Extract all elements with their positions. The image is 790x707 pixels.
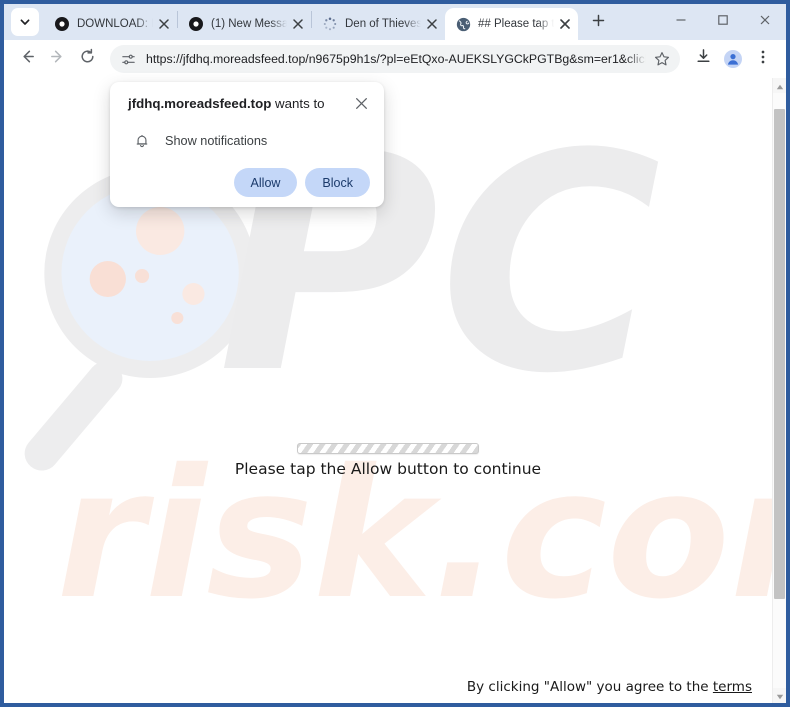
permission-origin: jfdhq.moreadsfeed.top [128, 96, 272, 111]
permission-label: Show notifications [165, 134, 268, 148]
maximize-button[interactable] [702, 4, 744, 40]
block-button[interactable]: Block [305, 168, 370, 197]
bell-icon [133, 132, 151, 150]
tab-close-button[interactable] [155, 15, 173, 33]
tab-close-button[interactable] [289, 15, 307, 33]
tab-title: ## Please tap the [478, 18, 554, 30]
terms-disclaimer: By clicking "Allow" you agree to the ter… [467, 679, 752, 695]
downloads-button[interactable] [688, 44, 718, 74]
tab-title: Den of Thieves 2 [345, 18, 421, 30]
dark-circle-play-icon [54, 16, 70, 32]
window-controls [660, 4, 786, 40]
scroll-down-button[interactable] [773, 688, 786, 703]
reload-button[interactable] [72, 44, 102, 74]
address-bar-url: https://jfdhq.moreadsfeed.top/n9675p9h1s… [146, 52, 646, 66]
permission-title-suffix: wants to [271, 96, 325, 111]
minimize-button[interactable] [660, 4, 702, 40]
close-icon [759, 13, 771, 31]
permission-dialog-actions: Allow Block [128, 168, 370, 197]
back-button[interactable] [12, 44, 42, 74]
scrollbar-thumb[interactable] [774, 109, 785, 599]
three-dot-menu-icon [755, 49, 771, 70]
terms-prefix-text: By clicking "Allow" you agree to the [466, 679, 713, 695]
tab-search-button[interactable] [11, 8, 39, 36]
reload-icon [79, 48, 96, 70]
vertical-scrollbar[interactable] [772, 78, 786, 703]
chevron-down-icon [19, 16, 31, 28]
tab-title: DOWNLOAD: Den [77, 18, 153, 30]
globe-icon [455, 16, 471, 32]
close-button[interactable] [744, 4, 786, 40]
close-icon [355, 97, 368, 115]
minimize-icon [675, 13, 687, 31]
browser-tab-3[interactable]: Den of Thieves 2 [312, 8, 445, 40]
permission-dialog-header: jfdhq.moreadsfeed.top wants to [128, 96, 370, 115]
notification-permission-dialog: jfdhq.moreadsfeed.top wants to Show noti… [110, 82, 384, 207]
download-icon [695, 48, 712, 70]
scrollbar-track[interactable] [773, 93, 786, 688]
maximize-icon [717, 13, 729, 31]
page-message: Please tap the Allow button to continue [234, 460, 542, 478]
tab-close-button[interactable] [423, 15, 441, 33]
tab-title: (1) New Message [211, 18, 287, 30]
arrow-right-icon [49, 48, 66, 70]
scroll-down-arrow-icon [776, 687, 784, 704]
permission-dialog-close-button[interactable] [352, 97, 370, 115]
address-bar[interactable]: https://jfdhq.moreadsfeed.top/n9675p9h1s… [110, 45, 680, 73]
new-tab-button[interactable] [584, 9, 612, 37]
tab-close-button[interactable] [556, 15, 574, 33]
loading-progress-bar [297, 443, 479, 454]
scroll-up-button[interactable] [773, 78, 786, 93]
allow-button[interactable]: Allow [233, 168, 298, 197]
plus-icon [592, 14, 605, 32]
forward-button[interactable] [42, 44, 72, 74]
progress-bar-container [297, 443, 479, 454]
tab-strip: DOWNLOAD: Den (1) New Message [4, 4, 786, 40]
loading-spinner-icon [322, 16, 338, 32]
browser-tab-2[interactable]: (1) New Message [178, 8, 311, 40]
browser-tab-4-active[interactable]: ## Please tap the [445, 8, 578, 40]
permission-dialog-title: jfdhq.moreadsfeed.top wants to [128, 96, 352, 113]
browser-menu-button[interactable] [748, 44, 778, 74]
browser-toolbar: https://jfdhq.moreadsfeed.top/n9675p9h1s… [4, 40, 786, 78]
dark-circle-play-icon [188, 16, 204, 32]
person-avatar-icon [724, 50, 742, 68]
browser-tab-1[interactable]: DOWNLOAD: Den [44, 8, 177, 40]
permission-request-row: Show notifications [128, 132, 370, 150]
terms-link[interactable]: terms [713, 679, 752, 695]
browser-window: DOWNLOAD: Den (1) New Message [0, 0, 790, 707]
arrow-left-icon [19, 48, 36, 70]
profile-button[interactable] [718, 44, 748, 74]
bookmark-star-icon[interactable] [654, 51, 670, 67]
tune-settings-icon[interactable] [121, 52, 136, 67]
